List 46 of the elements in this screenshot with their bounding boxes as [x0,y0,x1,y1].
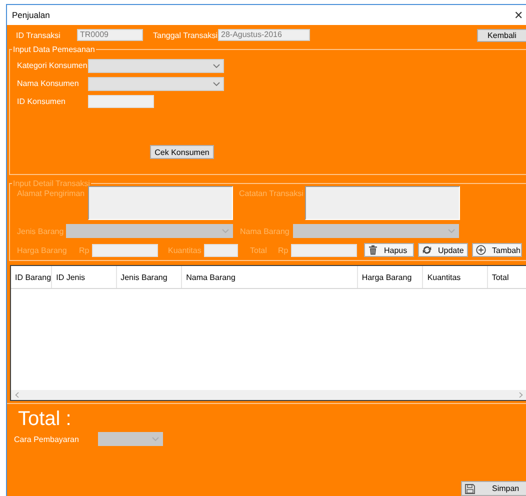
column-header[interactable]: Jenis Barang [116,266,182,288]
date-field[interactable]: 28-Agustus-2016 [218,29,310,41]
close-button[interactable]: ✕ [514,8,523,22]
column-header[interactable]: Harga Barang [358,266,424,288]
save-button[interactable]: Simpan [461,481,526,496]
group-title: Input Detail Transaksi [12,179,91,188]
group-title: Input Data Pemesanan [12,45,96,54]
field-label: Cara Pembayaran [14,434,80,444]
back-button[interactable]: Kembali [477,28,526,42]
input-field[interactable] [88,95,154,108]
field-label: ID Transaksi [16,30,62,40]
column-header[interactable]: Nama Barang [182,266,358,288]
field-label: Total [250,246,268,254]
input-field [204,244,238,256]
field-label: Kategori Konsumen [17,61,88,70]
input-field [92,244,158,256]
dropdown[interactable] [88,58,224,72]
column-header[interactable]: Kuantitas [423,266,488,288]
currency-label: Rp [79,246,90,254]
trash-icon [368,245,378,255]
sync-icon [422,245,432,255]
field-label: Alamat Pengiriman [17,189,86,198]
input-field [291,244,357,256]
total-label: Total : [18,408,72,430]
column-header[interactable]: Total [488,266,526,288]
field-label: Kuantitas [168,246,202,254]
dropdown[interactable] [88,76,224,90]
field-label: ID Konsumen [17,97,66,106]
check-customer-button[interactable]: Cek Konsumen [150,145,214,159]
plus-circle-icon [476,245,486,255]
field-label: Harga Barang [17,246,68,254]
column-header[interactable]: ID Jenis [52,266,117,288]
chevron-down-icon [213,64,220,68]
id-field[interactable]: TR0009 [77,29,143,41]
currency-label: Rp [278,246,290,254]
field-label: Jenis Barang [17,226,65,236]
horizontal-scrollbar[interactable] [11,390,526,400]
column-header[interactable]: ID Barang [11,266,52,288]
window-title: Penjualan [12,10,51,20]
field-label: Catatan Transaksi [239,189,304,198]
chevron-down-icon [213,82,220,86]
field-label: Nama Konsumen [17,79,80,88]
field-label: Tanggal Transaksi [153,30,218,40]
field-label: Nama Barang [240,226,290,236]
chevron-left-icon [15,392,19,398]
chevron-right-icon [519,392,523,398]
